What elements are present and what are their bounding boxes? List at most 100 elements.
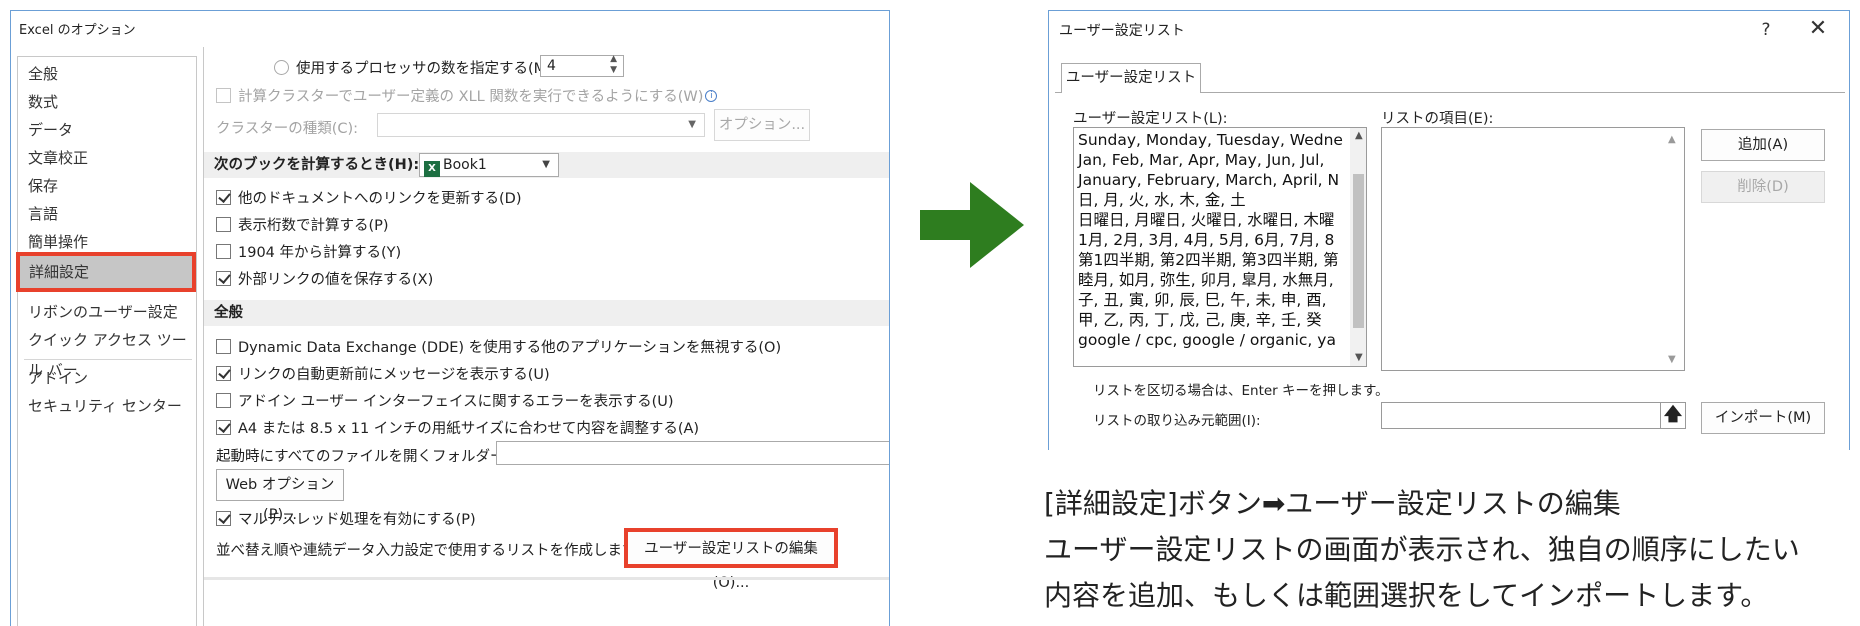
checkbox[interactable] [216, 244, 231, 259]
processors-option[interactable]: 使用するプロセッサの数を指定する(M): [274, 57, 557, 78]
add-button[interactable]: 追加(A) [1701, 129, 1825, 161]
processors-value: 4 [547, 58, 556, 74]
checkbox[interactable] [216, 420, 231, 435]
nav-item-advanced[interactable]: 詳細設定 [16, 252, 196, 292]
cluster-type-label: クラスターの種類(C): [216, 121, 359, 137]
scroll-up-icon[interactable]: ▲ [1355, 130, 1363, 141]
processors-spinner[interactable]: 4 ▲ ▼ [540, 54, 624, 77]
list-item[interactable]: google / cpc, google / organic, ya [1078, 330, 1336, 350]
option-label: アドイン ユーザー インターフェイスに関するエラーを表示する(U) [238, 394, 674, 410]
nav-item-accessibility[interactable]: 簡単操作 [18, 227, 196, 257]
list-item[interactable]: 1月, 2月, 3月, 4月, 5月, 6月, 7月, 8 [1078, 230, 1334, 250]
checkbox[interactable] [216, 366, 231, 381]
option-label: 1904 年から計算する(Y) [238, 245, 402, 261]
spinner-arrows-icon[interactable]: ▲ ▼ [610, 54, 617, 76]
calc-section-label: 次のブックを計算するとき(H): [214, 157, 420, 173]
list-item[interactable]: Jan, Feb, Mar, Apr, May, Jun, Jul, [1078, 150, 1324, 170]
caption-line-1: [詳細設定]ボタン➡ユーザー設定リストの編集 [1044, 487, 1621, 520]
checkbox[interactable] [216, 511, 231, 526]
edit-custom-lists-button[interactable]: ユーザー設定リストの編集(O)... [624, 528, 838, 591]
calc-option-save-links[interactable]: 外部リンクの値を保存する(X) [216, 268, 433, 289]
custom-lists-dialog: ユーザー設定リスト ? ✕ ユーザー設定リスト ユーザー設定リスト(L): リス… [1048, 10, 1850, 450]
calc-book-select[interactable]: X Book1 ▼ [419, 153, 559, 177]
list-item[interactable]: 第1四半期, 第2四半期, 第3四半期, 第 [1078, 250, 1339, 270]
import-button[interactable]: インポート(M) [1701, 402, 1825, 434]
nav-item-addins[interactable]: アドイン [18, 363, 196, 393]
info-icon[interactable]: i [705, 90, 718, 102]
multithread-option[interactable]: マルチスレッド処理を有効にする(P) [216, 508, 476, 529]
list-item[interactable]: 甲, 乙, 丙, 丁, 戊, 己, 庚, 辛, 壬, 癸 [1078, 310, 1322, 330]
cluster-type-select[interactable]: ▼ [377, 113, 705, 137]
section-divider [204, 577, 889, 580]
general-option-dde[interactable]: Dynamic Data Exchange (DDE) を使用する他のアプリケー… [216, 336, 781, 357]
separator-hint: リストを区切る場合は、Enter キーを押します。 [1093, 383, 1389, 399]
dialog-title: ユーザー設定リスト [1059, 23, 1185, 39]
cluster-options-button[interactable]: オプション... [714, 109, 810, 141]
option-label: 外部リンクの値を保存する(X) [238, 272, 434, 288]
custom-lists-listbox[interactable]: Sunday, Monday, Tuesday, Wedne Jan, Feb,… [1073, 127, 1367, 367]
scroll-down-icon[interactable]: ▼ [1668, 354, 1676, 365]
list-item[interactable]: 睦月, 如月, 弥生, 卯月, 皐月, 水無月, [1078, 270, 1334, 290]
option-label: マルチスレッド処理を有効にする(P) [238, 512, 476, 528]
list-item[interactable]: Sunday, Monday, Tuesday, Wedne [1078, 130, 1343, 150]
right-arrow-icon [920, 182, 1024, 268]
collapse-dialog-icon[interactable]: 🡅 [1660, 402, 1686, 429]
nav-item-save[interactable]: 保存 [18, 171, 196, 201]
general-option-addin-errors[interactable]: アドイン ユーザー インターフェイスに関するエラーを表示する(U) [216, 390, 674, 411]
checkbox[interactable] [216, 271, 231, 286]
caption-line-2: ユーザー設定リストの画面が表示され、独自の順序にしたい [1044, 533, 1800, 566]
list-item[interactable]: January, February, March, April, N [1078, 170, 1339, 190]
excel-book-icon: X [424, 161, 440, 177]
delete-button[interactable]: 削除(D) [1701, 171, 1825, 203]
nav-item-quick-access-toolbar[interactable]: クイック アクセス ツール バー [18, 325, 196, 379]
list-entries-textarea[interactable]: ▲ ▼ [1381, 127, 1685, 371]
startup-folder-label: 起動時にすべてのファイルを開くフォルダー(L): [216, 449, 529, 465]
general-section-header: 全般 [204, 300, 889, 326]
options-nav: 全般 数式 データ 文章校正 保存 言語 簡単操作 詳細設定 リボンのユーザー設… [16, 56, 197, 626]
import-range-input[interactable] [1381, 402, 1661, 429]
cluster-xll-option[interactable]: 計算クラスターでユーザー定義の XLL 関数を実行できるようにする(W) i [216, 85, 718, 106]
nav-item-formulas[interactable]: 数式 [18, 87, 196, 117]
dropdown-arrow-icon: ▼ [688, 119, 696, 130]
general-option-link-message[interactable]: リンクの自動更新前にメッセージを表示する(U) [216, 363, 550, 384]
nav-item-customize-ribbon[interactable]: リボンのユーザー設定 [18, 297, 196, 327]
option-label: 表示桁数で計算する(P) [238, 218, 389, 234]
option-label: A4 または 8.5 x 11 インチの用紙サイズに合わせて内容を調整する(A) [238, 421, 700, 437]
list-entries-label: リストの項目(E): [1381, 111, 1494, 127]
option-label: Dynamic Data Exchange (DDE) を使用する他のアプリケー… [238, 340, 782, 356]
cluster-xll-label: 計算クラスターでユーザー定義の XLL 関数を実行できるようにする(W) [238, 89, 704, 105]
checkbox[interactable] [216, 339, 231, 354]
processors-radio[interactable] [274, 60, 289, 75]
calc-option-1904[interactable]: 1904 年から計算する(Y) [216, 241, 401, 262]
nav-item-data[interactable]: データ [18, 115, 196, 145]
nav-divider [24, 359, 192, 360]
list-item[interactable]: 日, 月, 火, 水, 木, 金, 土 [1078, 190, 1246, 210]
custom-lists-label: ユーザー設定リスト(L): [1073, 111, 1228, 127]
nav-item-proofing[interactable]: 文章校正 [18, 143, 196, 173]
nav-item-general[interactable]: 全般 [18, 59, 196, 89]
cluster-xll-checkbox[interactable] [216, 88, 231, 103]
checkbox[interactable] [216, 393, 231, 408]
excel-options-dialog: Excel のオプション 全般 数式 データ 文章校正 保存 言語 簡単操作 詳… [10, 10, 890, 626]
list-item[interactable]: 日曜日, 月曜日, 火曜日, 水曜日, 木曜 [1078, 210, 1334, 230]
close-button[interactable]: ✕ [1805, 17, 1831, 43]
calc-book-value: Book1 [443, 157, 487, 173]
nav-item-language[interactable]: 言語 [18, 199, 196, 229]
scroll-up-icon[interactable]: ▲ [1668, 134, 1676, 145]
scrollbar-thumb[interactable] [1353, 174, 1364, 328]
web-options-button[interactable]: Web オプション(P)... [216, 469, 344, 523]
scroll-down-icon[interactable]: ▼ [1355, 352, 1363, 363]
dropdown-arrow-icon: ▼ [542, 159, 550, 170]
calc-option-precision[interactable]: 表示桁数で計算する(P) [216, 214, 389, 235]
checkbox[interactable] [216, 190, 231, 205]
general-option-a4[interactable]: A4 または 8.5 x 11 インチの用紙サイズに合わせて内容を調整する(A) [216, 417, 699, 438]
nav-item-trust-center[interactable]: セキュリティ センター [18, 391, 196, 421]
startup-folder-input[interactable] [496, 441, 889, 465]
list-item[interactable]: 子, 丑, 寅, 卯, 辰, 巳, 午, 未, 申, 酉, [1078, 290, 1327, 310]
checkbox[interactable] [216, 217, 231, 232]
tab-custom-lists[interactable]: ユーザー設定リスト [1061, 63, 1201, 93]
processors-label: 使用するプロセッサの数を指定する(M): [296, 61, 557, 77]
calc-option-update-links[interactable]: 他のドキュメントへのリンクを更新する(D) [216, 187, 521, 208]
help-button[interactable]: ? [1753, 17, 1779, 43]
option-label: リンクの自動更新前にメッセージを表示する(U) [238, 367, 550, 383]
